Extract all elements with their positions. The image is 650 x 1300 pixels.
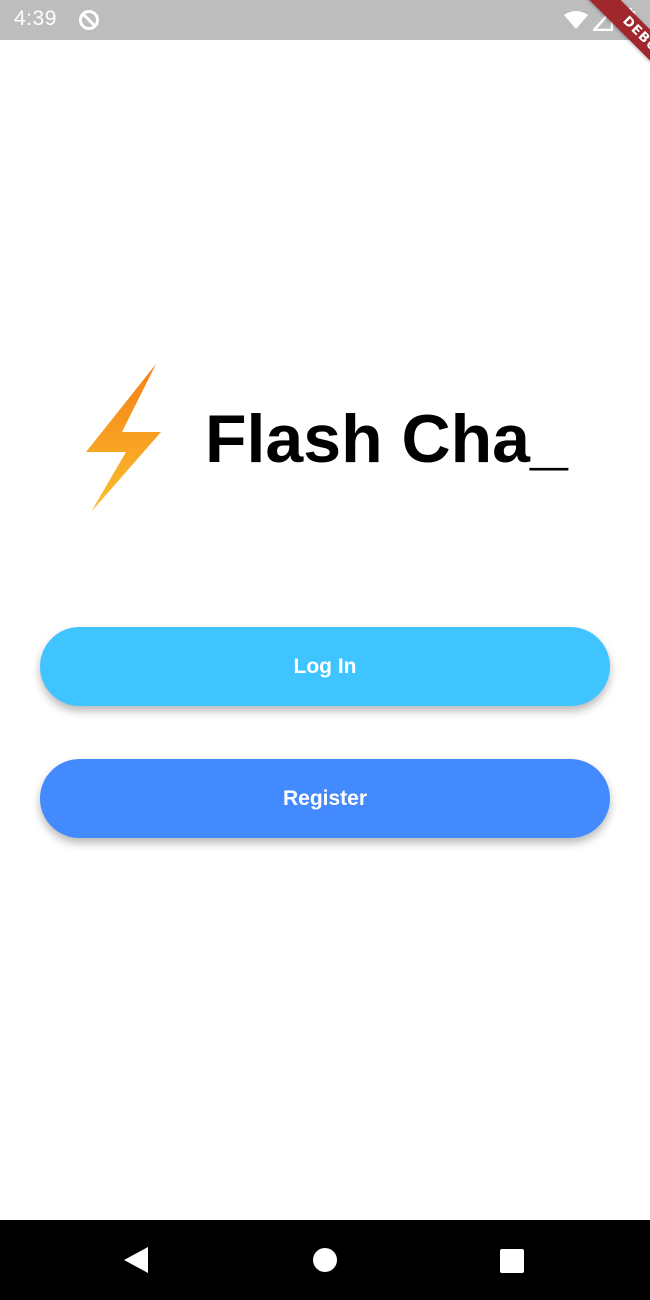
home-icon[interactable] — [312, 1247, 338, 1273]
debug-banner: DEBUG — [550, 0, 650, 100]
data-saver-icon — [79, 10, 99, 30]
app-title: Flash Cha_ — [205, 401, 568, 477]
navigation-bar — [0, 1220, 650, 1300]
register-button-label: Register — [282, 786, 368, 810]
recents-icon[interactable] — [499, 1248, 525, 1274]
login-button[interactable]: Log In — [40, 627, 610, 706]
login-button-label: Log In — [293, 654, 357, 678]
status-time: 4:39 — [14, 7, 57, 30]
back-icon[interactable] — [122, 1246, 150, 1274]
debug-label: DEBUG — [579, 0, 650, 100]
register-button[interactable]: Register — [40, 759, 610, 838]
lightning-bolt-icon — [86, 364, 161, 512]
